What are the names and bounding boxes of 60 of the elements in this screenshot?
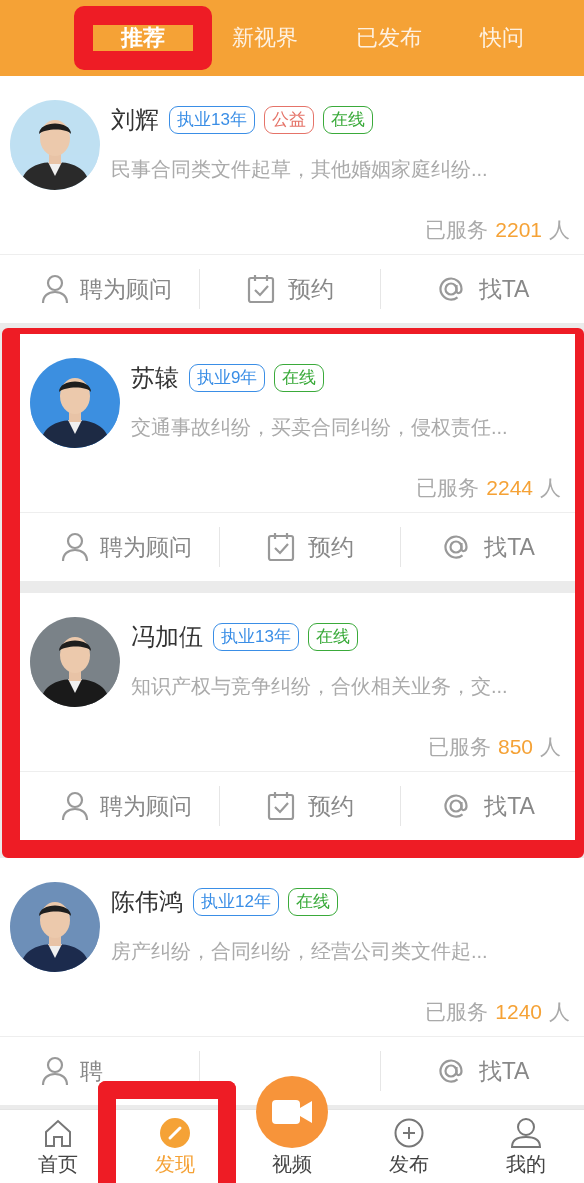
served-label: 已服务 [416,475,480,501]
calendar-check-icon [247,274,275,304]
person-icon [61,532,89,562]
nav-item[interactable]: 发现 [149,1118,202,1183]
home-icon [43,1118,74,1148]
tab[interactable]: 推荐 [93,25,193,51]
action-button[interactable]: 找TA [429,269,536,309]
action-button[interactable]: 聘 [35,1051,109,1091]
person-icon [61,791,89,821]
action-button[interactable]: 预约 [261,786,360,826]
lawyer-name: 冯加伍 [131,622,203,652]
action-button[interactable]: 预约 [241,269,340,309]
served-unit: 人 [540,734,561,760]
served-count: 1240 [495,999,542,1025]
tag: 在线 [274,364,325,392]
tab[interactable]: 新视界 [214,25,316,51]
calendar-check-icon [267,532,295,562]
nav-item[interactable]: 首页 [32,1118,85,1183]
compass-icon [160,1118,191,1148]
lawyer-name: 苏辕 [131,363,179,393]
tag: 执业9年 [189,364,266,392]
action-button[interactable]: 预约 [261,527,360,567]
person-icon [41,1056,69,1086]
action-button[interactable]: 聘为顾问 [35,269,178,309]
action-button[interactable]: 找TA [429,1051,536,1091]
served-count: 850 [497,734,533,760]
practice-areas: 民事合同类文件起草，其他婚姻家庭纠纷... [111,155,584,183]
tag: 执业13年 [213,623,299,651]
tag: 执业12年 [193,888,279,916]
served-count: 2244 [486,475,533,501]
tab[interactable]: 已发布 [338,25,440,51]
served-label: 已服务 [425,217,489,243]
nav-item[interactable]: 视频 [250,1076,334,1183]
served-label: 已服务 [427,734,491,760]
action-button[interactable]: 找TA [435,786,541,826]
tab[interactable]: 快问 [462,25,542,51]
served-count: 2201 [495,217,542,243]
tag: 在线 [322,106,373,134]
action-button[interactable]: 聘为顾问 [55,527,198,567]
served-unit: 人 [549,217,570,243]
nav-item[interactable]: 我的 [499,1118,552,1183]
tag: 公益 [263,106,314,134]
person-icon [41,274,69,304]
tag: 在线 [287,888,338,916]
action-button[interactable]: 聘为顾问 [55,786,198,826]
practice-areas: 交通事故纠纷，买卖合同纠纷，侵权责任... [131,413,575,441]
lawyer-name: 刘辉 [111,105,159,135]
served-label: 已服务 [425,999,489,1025]
person-icon [509,1118,542,1148]
lawyer-name: 陈伟鸿 [111,887,183,917]
practice-areas: 房产纠纷，合同纠纷，经营公司类文件起... [111,937,584,965]
served-unit: 人 [540,475,561,501]
practice-areas: 知识产权与竞争纠纷，合伙相关业务，交... [131,672,575,700]
nav-item[interactable]: 发布 [382,1118,435,1183]
tag: 执业13年 [169,106,255,134]
served-unit: 人 [549,999,570,1025]
calendar-check-icon [267,791,295,821]
tag: 在线 [307,623,358,651]
plus-icon [393,1118,424,1148]
action-button[interactable]: 找TA [435,527,541,567]
